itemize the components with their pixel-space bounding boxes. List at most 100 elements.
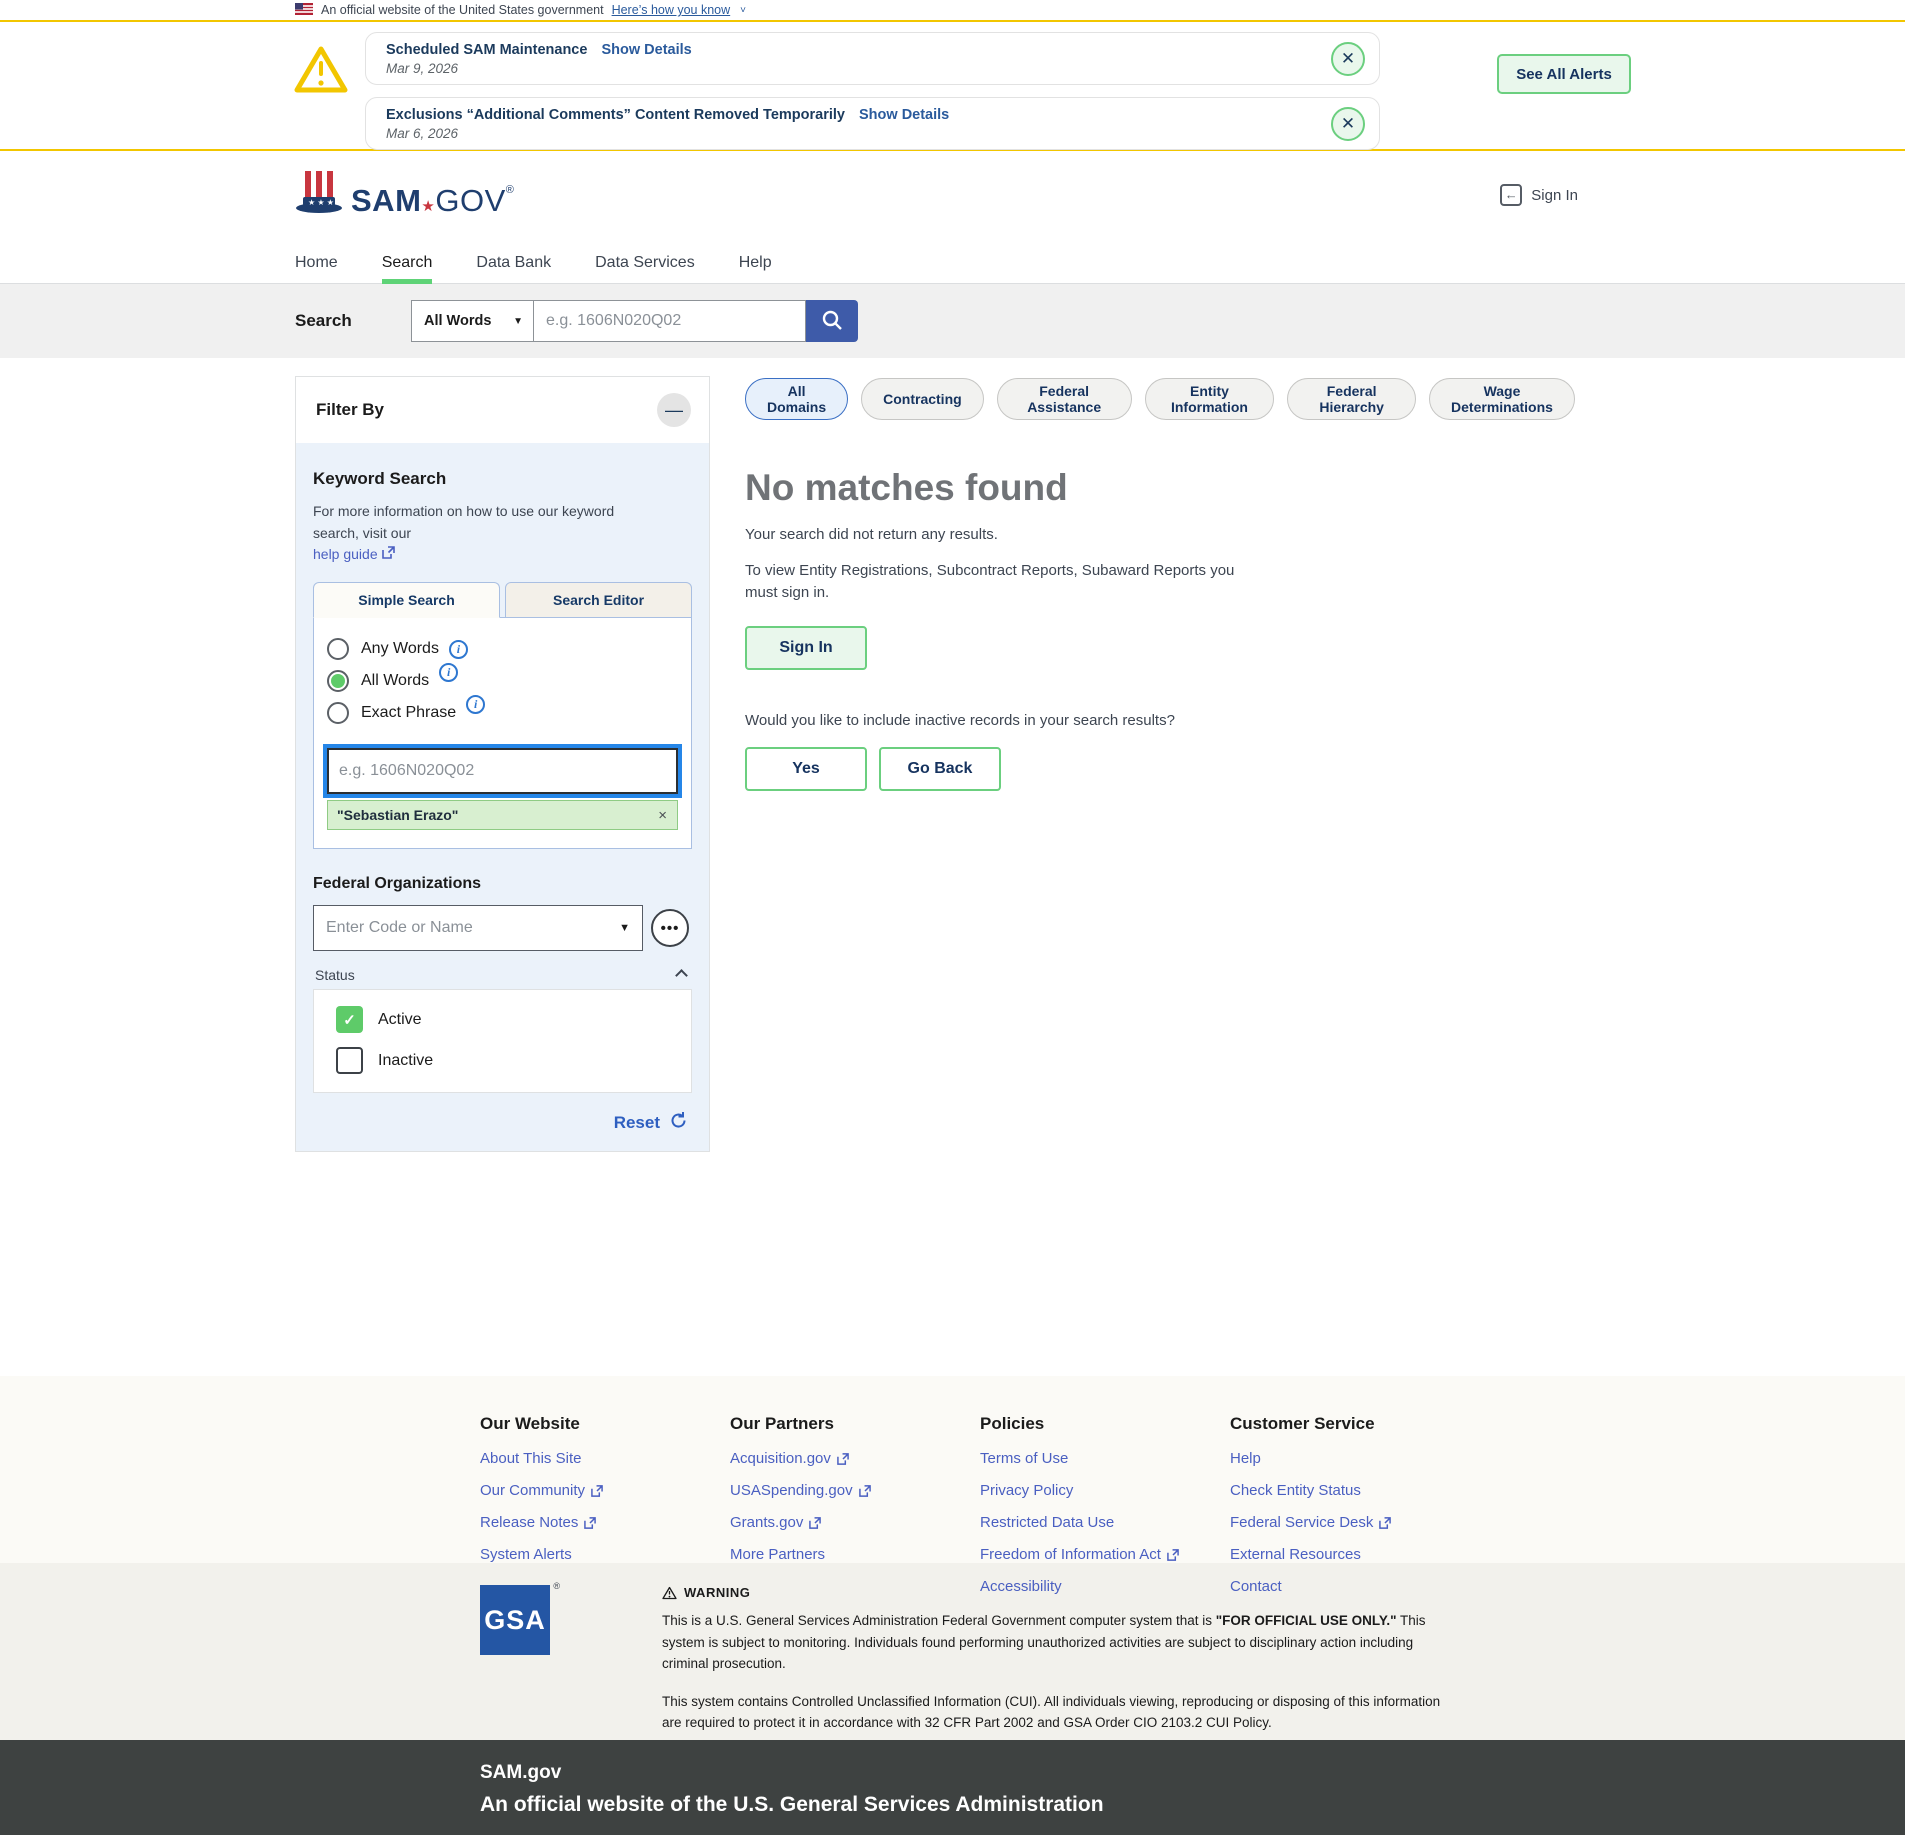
reset-link[interactable]: Reset: [614, 1113, 660, 1133]
caret-down-icon: ▼: [513, 316, 523, 327]
close-icon[interactable]: ✕: [1331, 107, 1365, 141]
pill-contracting[interactable]: Contracting: [861, 378, 984, 420]
footer-link[interactable]: Federal Service Desk: [1230, 1514, 1480, 1531]
alert-text: Scheduled SAM Maintenance Show Details M…: [386, 42, 692, 76]
star-icon: ★: [421, 198, 435, 215]
go-back-button[interactable]: Go Back: [879, 747, 1001, 791]
external-link-icon: [584, 1517, 596, 1529]
show-details-link[interactable]: Show Details: [859, 107, 949, 123]
footer-link[interactable]: Help: [1230, 1450, 1480, 1467]
tab-search-editor[interactable]: Search Editor: [505, 582, 692, 618]
chip-close-icon[interactable]: ×: [658, 807, 667, 824]
footer-link[interactable]: Terms of Use: [980, 1450, 1230, 1467]
alert-card-exclusions: Exclusions “Additional Comments” Content…: [365, 97, 1380, 150]
filter-title: Filter By: [316, 400, 384, 420]
sign-in-icon: ←: [1500, 184, 1522, 206]
question-buttons: Yes Go Back: [745, 747, 1575, 791]
any-words-radio[interactable]: [327, 638, 349, 660]
search-band: Search All Words ▼: [0, 284, 1905, 358]
info-icon[interactable]: i: [466, 695, 485, 714]
pill-wage-determinations[interactable]: Wage Determinations: [1429, 378, 1575, 420]
warning-title: WARNING: [662, 1585, 1452, 1600]
show-details-link[interactable]: Show Details: [601, 42, 691, 58]
footer-link[interactable]: Acquisition.gov: [730, 1450, 980, 1467]
external-link-icon: [809, 1517, 821, 1529]
footer-link[interactable]: About This Site: [480, 1450, 730, 1467]
nav-item-help[interactable]: Help: [739, 243, 772, 283]
no-matches-heading: No matches found: [745, 467, 1575, 509]
pill-all-domains[interactable]: All Domains: [745, 378, 848, 420]
nav-item-search[interactable]: Search: [382, 243, 433, 283]
keyword-chip: "Sebastian Erazo" ×: [327, 800, 678, 830]
footer-link[interactable]: Freedom of Information Act: [980, 1546, 1230, 1563]
active-checkbox[interactable]: ✓: [336, 1006, 363, 1033]
external-link-icon: [591, 1485, 603, 1497]
warning-triangle-icon: [662, 1586, 677, 1600]
sam-gov-logo[interactable]: ★ ★ ★ SAM★GOV®: [293, 169, 514, 222]
pill-entity-information[interactable]: Entity Information: [1145, 378, 1275, 420]
collapse-filter-button[interactable]: —: [657, 393, 691, 427]
gov-banner-text: An official website of the United States…: [321, 3, 604, 17]
search-mode-value: All Words: [424, 313, 491, 329]
footer-link[interactable]: Release Notes: [480, 1514, 730, 1531]
footer-link[interactable]: Restricted Data Use: [980, 1514, 1230, 1531]
nav-item-home[interactable]: Home: [295, 243, 338, 283]
footer-col-customer-service: Customer Service Help Check Entity Statu…: [1230, 1414, 1480, 1563]
search-mode-select[interactable]: All Words ▼: [411, 300, 533, 342]
filter-panel: Filter By — Keyword Search For more info…: [295, 376, 710, 1152]
footer-link[interactable]: Grants.gov: [730, 1514, 980, 1531]
svg-text:★ ★ ★: ★ ★ ★: [308, 198, 334, 207]
footer-links: Our Website About This Site Our Communit…: [0, 1376, 1905, 1563]
footer-col-our-partners: Our Partners Acquisition.gov USASpending…: [730, 1414, 980, 1563]
org-more-options-button[interactable]: •••: [651, 909, 689, 947]
gsa-logo: GSA ®: [480, 1585, 552, 1740]
footer-link[interactable]: System Alerts: [480, 1546, 730, 1563]
close-icon[interactable]: ✕: [1331, 42, 1365, 76]
us-flag-icon: [295, 3, 313, 18]
status-options: ✓ Active Inactive: [313, 989, 692, 1093]
info-icon[interactable]: i: [449, 640, 468, 659]
main-content: Filter By — Keyword Search For more info…: [0, 358, 1905, 1376]
warning-paragraph-2: This system contains Controlled Unclassi…: [662, 1691, 1452, 1734]
footer-link[interactable]: Check Entity Status: [1230, 1482, 1480, 1499]
nav-item-data-bank[interactable]: Data Bank: [476, 243, 551, 283]
federal-org-select[interactable]: Enter Code or Name ▼: [313, 905, 643, 951]
help-guide-link[interactable]: help guide: [313, 546, 395, 562]
external-link-icon: [837, 1453, 849, 1465]
keyword-input[interactable]: [327, 748, 678, 794]
reset-row: Reset: [313, 1111, 692, 1135]
header-sign-in[interactable]: ← Sign In: [1500, 184, 1578, 206]
yes-button[interactable]: Yes: [745, 747, 867, 791]
status-option-active: ✓ Active: [336, 1006, 669, 1033]
tab-simple-search[interactable]: Simple Search: [313, 582, 500, 618]
gov-banner: An official website of the United States…: [0, 0, 1905, 22]
status-header[interactable]: Status: [315, 967, 690, 983]
alert-text: Exclusions “Additional Comments” Content…: [386, 107, 949, 141]
search-button[interactable]: [806, 300, 858, 342]
simple-search-panel: Any Words i All Words i Exact Phrase i: [313, 617, 692, 849]
exact-phrase-radio[interactable]: [327, 702, 349, 724]
pill-federal-assistance[interactable]: Federal Assistance: [997, 378, 1132, 420]
all-words-radio[interactable]: [327, 670, 349, 692]
top-search-input[interactable]: [533, 300, 806, 342]
pill-federal-hierarchy[interactable]: Federal Hierarchy: [1287, 378, 1416, 420]
reset-icon[interactable]: [669, 1111, 688, 1135]
how-you-know-link[interactable]: Here’s how you know: [612, 3, 731, 17]
keyword-search-title: Keyword Search: [313, 469, 692, 489]
sign-in-button[interactable]: Sign In: [745, 626, 867, 670]
nav-item-data-services[interactable]: Data Services: [595, 243, 695, 283]
footer-link[interactable]: External Resources: [1230, 1546, 1480, 1563]
external-link-icon: [1379, 1517, 1391, 1529]
footer-link[interactable]: Privacy Policy: [980, 1482, 1230, 1499]
see-all-alerts-button[interactable]: See All Alerts: [1497, 54, 1631, 94]
alerts-section: Scheduled SAM Maintenance Show Details M…: [0, 22, 1905, 151]
external-link-icon: [1167, 1549, 1179, 1561]
info-icon[interactable]: i: [439, 663, 458, 682]
federal-organizations-title: Federal Organizations: [313, 875, 692, 893]
footer-link[interactable]: Our Community: [480, 1482, 730, 1499]
domain-pills: All Domains Contracting Federal Assistan…: [745, 378, 1575, 420]
inactive-checkbox[interactable]: [336, 1047, 363, 1074]
footer-link[interactable]: USASpending.gov: [730, 1482, 980, 1499]
footer-link[interactable]: More Partners: [730, 1546, 980, 1563]
inactive-records-question: Would you like to include inactive recor…: [745, 712, 1575, 729]
